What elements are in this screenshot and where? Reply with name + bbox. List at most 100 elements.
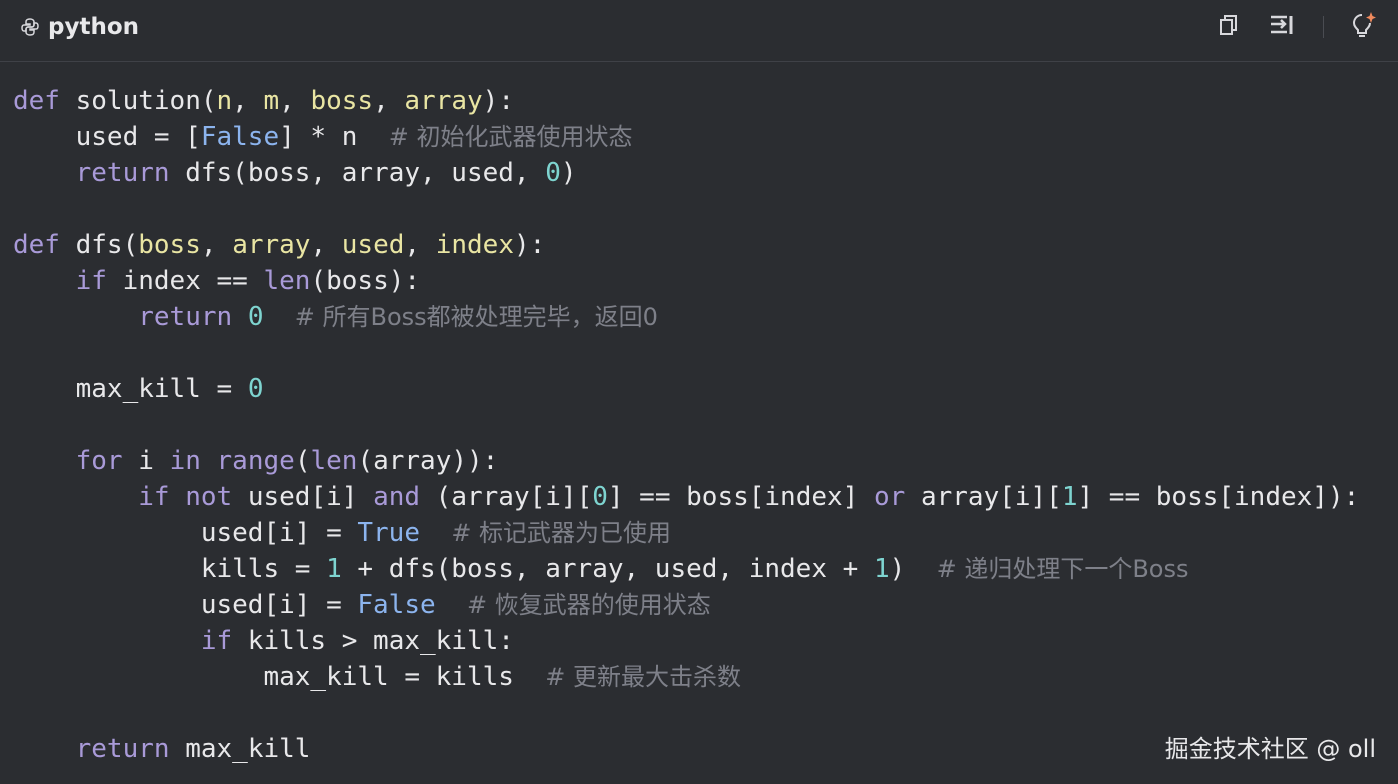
code-token: used[i] = (13, 590, 358, 620)
python-logo-icon (20, 17, 40, 37)
copy-button[interactable] (1215, 13, 1243, 41)
code-line: ​ (13, 191, 1359, 227)
code-token: False (357, 590, 436, 620)
ai-assist-button[interactable] (1350, 11, 1378, 43)
code-token: 0 (545, 158, 561, 188)
code-line: ​ (13, 407, 1359, 443)
code-line: if not used[i] and (array[i][0] == boss[… (13, 479, 1359, 515)
code-token: ] == boss[index]): (1077, 482, 1360, 512)
code-token: ): (482, 86, 514, 116)
language-name: python (48, 14, 140, 40)
code-token: (array)): (357, 446, 499, 476)
code-token: boss (138, 230, 201, 260)
language-label: python (20, 12, 139, 42)
code-token: return (138, 302, 233, 332)
code-token: dfs(boss, array, used, (169, 158, 546, 188)
code-token: def (13, 230, 60, 260)
code-line: if index == len(boss): (13, 263, 1359, 299)
code-token: , (200, 230, 233, 260)
code-token: index == (106, 266, 264, 296)
code-line: used[i] = True # 标记武器为已使用 (13, 515, 1359, 551)
code-comment: # 更新最大击杀数 (545, 663, 741, 691)
code-token: + dfs(boss, array, used, index + (341, 554, 874, 584)
code-token: (boss): (310, 266, 421, 296)
code-line: return max_kill (13, 731, 1359, 767)
code-token: if (138, 482, 170, 512)
code-token: used = [ (13, 122, 201, 152)
code-token: if (200, 626, 233, 656)
code-line: def dfs(boss, array, used, index): (13, 227, 1359, 263)
code-comment: # 初始化武器使用状态 (388, 123, 633, 151)
code-line: def solution(n, m, boss, array): (13, 83, 1359, 119)
code-comment: # 标记武器为已使用 (451, 519, 672, 547)
code-token: , (310, 230, 342, 260)
code-token: 1 (873, 554, 890, 584)
code-line: max_kill = kills # 更新最大击杀数 (13, 659, 1359, 695)
code-token: , (373, 86, 405, 116)
code-token: kills > max_kill: (232, 626, 514, 656)
code-token: False (200, 122, 280, 152)
code-token: used[i] (232, 482, 374, 512)
lightbulb-sparkle-icon (1351, 11, 1377, 43)
code-token: array (404, 86, 483, 116)
code-line: kills = 1 + dfs(boss, array, used, index… (13, 551, 1359, 587)
code-token: solution (75, 86, 201, 116)
code-token: max_kill = (13, 374, 248, 404)
code-token: and (373, 482, 421, 512)
code-token: m (263, 86, 280, 116)
code-token: return (75, 158, 170, 188)
code-token: ( (200, 86, 217, 116)
code-token: (array[i][ (420, 482, 593, 512)
code-line: used = [False] * n # 初始化武器使用状态 (13, 119, 1359, 155)
code-line: ​ (13, 695, 1359, 731)
code-content: def solution(n, m, boss, array): used = … (13, 83, 1359, 767)
code-line: if kills > max_kill: (13, 623, 1359, 659)
code-token: boss (310, 86, 374, 116)
code-token: i (122, 446, 170, 476)
code-comment: # 恢复武器的使用状态 (466, 591, 711, 619)
code-block-header: python (0, 0, 1398, 62)
code-token: if (75, 266, 107, 296)
code-token: ) (560, 158, 577, 188)
code-comment: # 所有Boss都被处理完毕，返回0 (294, 303, 658, 331)
code-token: for (75, 446, 123, 476)
code-token: ( (294, 446, 311, 476)
insert-button[interactable] (1269, 13, 1297, 41)
code-token: , (279, 86, 311, 116)
code-token: 0 (592, 482, 608, 512)
code-token: ): (514, 230, 546, 260)
code-token: 0 (247, 374, 264, 404)
code-line: ​ (13, 335, 1359, 371)
copy-icon (1217, 13, 1241, 41)
code-token: array[i][ (905, 482, 1062, 512)
code-token: def (13, 86, 60, 116)
code-token: max_kill = kills (13, 662, 546, 692)
code-token: or (873, 482, 906, 512)
header-actions (1215, 12, 1378, 42)
code-token: , (404, 230, 436, 260)
code-token: len (310, 446, 358, 476)
code-token: max_kill (169, 734, 311, 764)
code-line: max_kill = 0 (13, 371, 1359, 407)
code-token: index (435, 230, 514, 260)
code-token: 1 (326, 554, 342, 584)
actions-divider (1323, 16, 1324, 38)
code-token: True (357, 518, 420, 548)
code-line: used[i] = False # 恢复武器的使用状态 (13, 587, 1359, 623)
code-token: kills = (13, 554, 327, 584)
